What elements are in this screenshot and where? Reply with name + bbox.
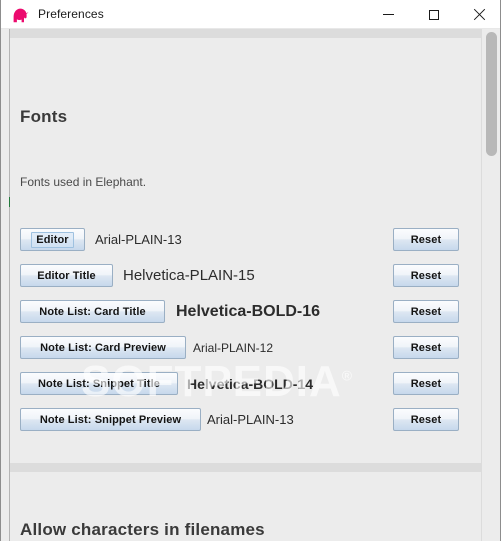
maximize-button[interactable] — [411, 0, 456, 29]
scrollbar-thumb[interactable] — [486, 32, 497, 156]
font-value-label: Helvetica-PLAIN-15 — [123, 267, 255, 284]
maximize-icon — [428, 9, 439, 20]
reset-button-label: Reset — [410, 233, 442, 246]
preferences-content: Fonts Fonts used in Elephant. Editor Aria… — [1, 29, 500, 541]
window-title: Preferences — [38, 7, 104, 21]
preferences-window: Preferences Fonts Fonts used in Elephant… — [0, 0, 501, 541]
elephant-icon — [13, 8, 29, 22]
reset-button[interactable]: Reset — [393, 228, 459, 251]
reset-button-label: Reset — [410, 305, 442, 318]
font-setting-row: Editor Title Helvetica-PLAIN-15 Reset — [10, 260, 482, 296]
reset-button[interactable]: Reset — [393, 336, 459, 359]
fonts-section-title: Fonts — [20, 107, 68, 127]
font-value-label: Helvetica-BOLD-16 — [176, 302, 321, 320]
close-button[interactable] — [456, 0, 500, 29]
font-chooser-button[interactable]: Note List: Card Title — [20, 300, 165, 323]
font-setting-row: Note List: Card Title Helvetica-BOLD-16 Re… — [10, 296, 482, 332]
font-chooser-button[interactable]: Editor — [20, 228, 85, 251]
font-setting-row: Editor Arial-PLAIN-13 Reset — [10, 224, 482, 260]
title-bar: Preferences — [1, 0, 500, 29]
reset-button[interactable]: Reset — [393, 300, 459, 323]
reset-button-label: Reset — [410, 269, 442, 282]
section-separator — [10, 463, 482, 472]
font-chooser-button[interactable]: Note List: Snippet Title — [20, 372, 178, 395]
font-chooser-label: Note List: Card Title — [39, 305, 146, 318]
font-chooser-label: Editor Title — [37, 269, 96, 282]
reset-button[interactable]: Reset — [393, 408, 459, 431]
vertical-scrollbar[interactable] — [481, 29, 500, 541]
font-chooser-button[interactable]: Editor Title — [20, 264, 113, 287]
close-icon — [473, 9, 485, 21]
reset-button[interactable]: Reset — [393, 264, 459, 287]
filenames-section-title: Allow characters in filenames — [20, 520, 265, 540]
reset-button-label: Reset — [410, 341, 442, 354]
font-chooser-label: Note List: Snippet Title — [38, 377, 160, 390]
font-value-label: Arial-PLAIN-12 — [193, 340, 274, 355]
font-value-label: Helvetica-BOLD-14 — [187, 375, 314, 392]
font-chooser-label: Note List: Card Preview — [40, 341, 166, 354]
reset-button-label: Reset — [410, 413, 442, 426]
title-bar-left: Preferences — [1, 0, 104, 29]
font-chooser-label: Editor — [31, 231, 74, 248]
font-value-label: Arial-PLAIN-13 — [207, 412, 294, 427]
minimize-icon — [383, 14, 394, 15]
font-setting-row: Note List: Card Preview Arial-PLAIN-12 Res… — [10, 332, 482, 368]
font-setting-row: Note List: Snippet Title Helvetica-BOLD-1… — [10, 368, 482, 404]
font-settings-list: Editor Arial-PLAIN-13 Reset Editor Title Hel… — [10, 224, 482, 440]
font-chooser-label: Note List: Snippet Preview — [39, 413, 182, 426]
font-chooser-button[interactable]: Note List: Card Preview — [20, 336, 186, 359]
font-value-label: Arial-PLAIN-13 — [95, 232, 182, 247]
content-top-band — [10, 29, 482, 38]
font-setting-row: Note List: Snippet Preview Arial-PLAIN-13… — [10, 404, 482, 440]
font-chooser-button[interactable]: Note List: Snippet Preview — [20, 408, 201, 431]
fonts-section-description: Fonts used in Elephant. — [20, 175, 147, 189]
minimize-button[interactable] — [366, 0, 411, 29]
reset-button-label: Reset — [410, 377, 442, 390]
reset-button[interactable]: Reset — [393, 372, 459, 395]
